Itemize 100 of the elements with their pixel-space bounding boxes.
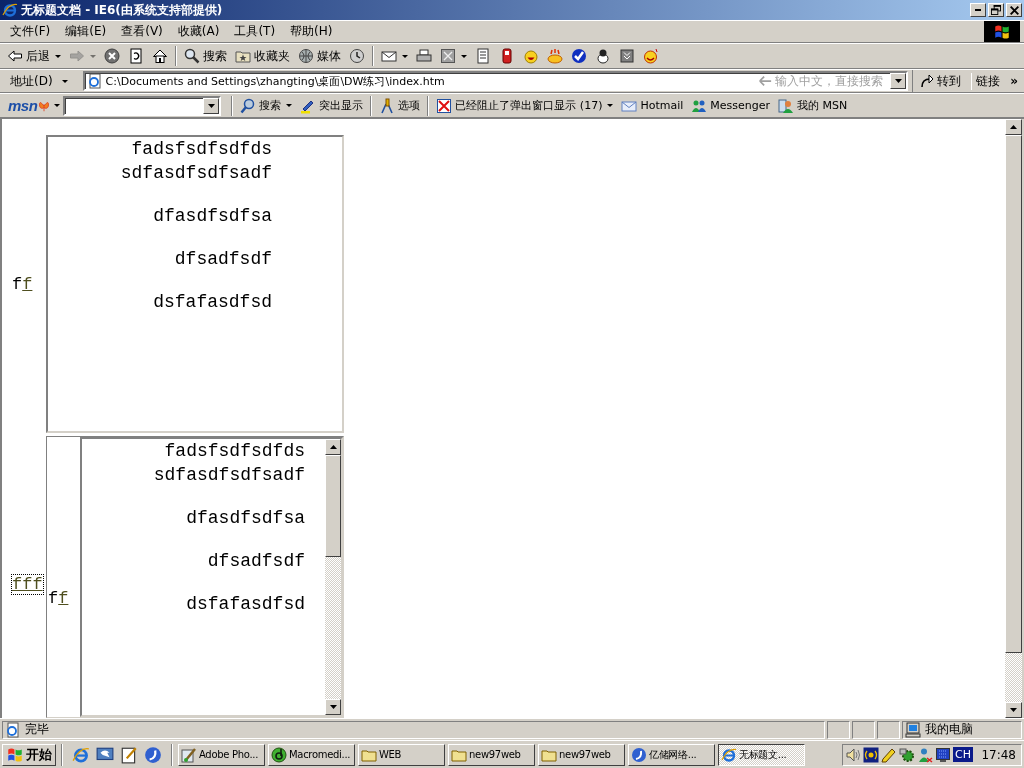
smiley-icon xyxy=(523,48,539,64)
penguin-icon xyxy=(595,48,611,64)
links-label[interactable]: 链接 xyxy=(971,72,1005,90)
scroll-thumb[interactable] xyxy=(1005,135,1022,653)
browser-icon[interactable] xyxy=(72,745,90,764)
left-arrow-icon xyxy=(758,74,773,88)
globe-icon xyxy=(298,48,314,64)
status-pane xyxy=(852,720,875,739)
menu-item[interactable]: 文件(F) xyxy=(4,23,58,40)
dropdown-button[interactable] xyxy=(203,97,220,114)
menu-item[interactable]: 编辑(E) xyxy=(59,23,114,40)
text-link[interactable]: fff xyxy=(12,574,43,594)
taskbar-button[interactable]: 亿储网络... xyxy=(628,743,715,766)
envelope-icon xyxy=(381,48,397,64)
taskbar-button[interactable]: WEB xyxy=(358,743,445,766)
taskbar-button[interactable]: Adobe Pho... xyxy=(178,743,265,766)
close-button[interactable] xyxy=(1006,3,1022,17)
disc-icon xyxy=(271,746,287,763)
text-link[interactable]: f xyxy=(58,588,69,608)
search-hint: 输入中文，直接搜索 xyxy=(775,72,884,90)
paintbrush-icon xyxy=(181,746,197,763)
restore-button[interactable] xyxy=(988,3,1004,17)
text-line: dfsadfsdf xyxy=(207,550,305,573)
page-text: f xyxy=(12,274,23,294)
search-icon xyxy=(184,48,200,64)
text-link[interactable]: f xyxy=(22,274,33,294)
stop-icon xyxy=(104,48,120,64)
square-arrows-icon xyxy=(440,48,456,64)
back-arrow-button[interactable]: 后退 xyxy=(4,45,50,67)
start-button[interactable]: 开始 xyxy=(2,743,56,766)
monitor-icon[interactable] xyxy=(935,746,951,763)
page-icon xyxy=(86,73,103,89)
scroll-up-button[interactable] xyxy=(1005,119,1022,135)
search-icon xyxy=(240,97,257,114)
search-button[interactable]: 搜索 xyxy=(181,45,230,67)
down-arrow-icon xyxy=(1010,708,1017,712)
more-button[interactable]: » xyxy=(1008,74,1024,88)
pencil-icon[interactable] xyxy=(881,746,897,763)
text-line: dsfafasdfsd xyxy=(153,291,272,314)
scroll-up-button[interactable] xyxy=(325,439,341,455)
window-title: 无标题文档 - IE6(由系统支持部提供) xyxy=(21,1,224,19)
text-line: fadsfsdfsdfds xyxy=(164,440,305,463)
document-icon xyxy=(475,48,491,64)
clock: 17:48 xyxy=(981,747,1017,762)
envelope-button[interactable]: Hotmail xyxy=(618,94,687,117)
text-line: fadsfsdfsdfds xyxy=(131,138,272,161)
go-button[interactable]: 转到 xyxy=(912,70,968,92)
person-icon xyxy=(778,97,795,114)
globe-button[interactable]: 媒体 xyxy=(295,45,344,67)
notepad-icon[interactable] xyxy=(120,745,138,764)
taskbar-button[interactable]: new97web xyxy=(538,743,625,766)
orb-icon[interactable] xyxy=(144,745,162,764)
caret-icon xyxy=(55,54,61,58)
scroll-down-button[interactable] xyxy=(325,699,341,715)
blocked-button[interactable]: 已经阻止了弹出窗口显示 (17) xyxy=(433,94,603,117)
mobile-phone-icon xyxy=(499,48,515,64)
up-arrow-icon xyxy=(1010,125,1017,129)
menu-item[interactable]: 帮助(H) xyxy=(284,23,340,40)
stop-button[interactable] xyxy=(101,45,123,67)
search-field[interactable] xyxy=(63,95,222,116)
scroll-down-button[interactable] xyxy=(1005,702,1022,718)
taskbar-button[interactable]: Macromedi... xyxy=(268,743,355,766)
folder-star-button[interactable]: 收藏夹 xyxy=(232,45,293,67)
page-text: f xyxy=(48,588,59,608)
minimize-button[interactable] xyxy=(970,3,986,17)
dropdown-button[interactable] xyxy=(890,73,907,89)
gear-icon[interactable] xyxy=(899,746,915,763)
menu-item[interactable]: 查看(V) xyxy=(115,23,170,40)
printer-icon xyxy=(416,48,432,64)
taskbar-button[interactable]: 无标题文... xyxy=(718,743,805,766)
text-line: sdfasdfsdfsadf xyxy=(120,162,272,185)
menu-item[interactable]: 工具(T) xyxy=(228,23,283,40)
language-indicator[interactable]: CH xyxy=(953,747,973,762)
caret-icon xyxy=(607,104,614,107)
people-button[interactable]: Messenger xyxy=(688,94,774,117)
signal-icon[interactable] xyxy=(863,746,879,763)
url-input[interactable]: C:\Documents and Settings\zhangting\桌面\DW练习\index.htm xyxy=(105,74,756,88)
up-arrow-icon xyxy=(329,445,337,449)
tools-icon xyxy=(379,97,396,114)
highlighter-button[interactable]: 突出显示 xyxy=(297,94,367,117)
folder-star-icon xyxy=(235,48,251,64)
scroll-thumb[interactable] xyxy=(325,455,341,557)
logo-text[interactable]: msn xyxy=(8,97,38,114)
browser-icon xyxy=(721,746,737,763)
caret-icon xyxy=(54,104,61,107)
search-button[interactable]: 搜索 xyxy=(237,94,282,117)
down-arrow-icon xyxy=(894,79,902,83)
tools-button[interactable]: 选项 xyxy=(376,94,424,117)
text-line: dfsadfsdf xyxy=(174,248,272,271)
speaker-icon[interactable] xyxy=(845,746,861,763)
minimize-icon xyxy=(975,9,981,11)
taskbar-button[interactable]: new97web xyxy=(448,743,535,766)
menu-item[interactable]: 收藏(A) xyxy=(171,23,227,40)
down-arrow-icon xyxy=(207,103,215,108)
person-button[interactable]: 我的 MSN xyxy=(775,94,851,117)
v-mark-circle-icon xyxy=(571,48,587,64)
address-field[interactable]: C:\Documents and Settings\zhangting\桌面\DW练习\index.htm 输入中文，直接搜索 xyxy=(82,71,909,91)
refresh-icon xyxy=(128,48,144,64)
caret-icon xyxy=(461,54,467,58)
caret-icon xyxy=(90,54,96,58)
